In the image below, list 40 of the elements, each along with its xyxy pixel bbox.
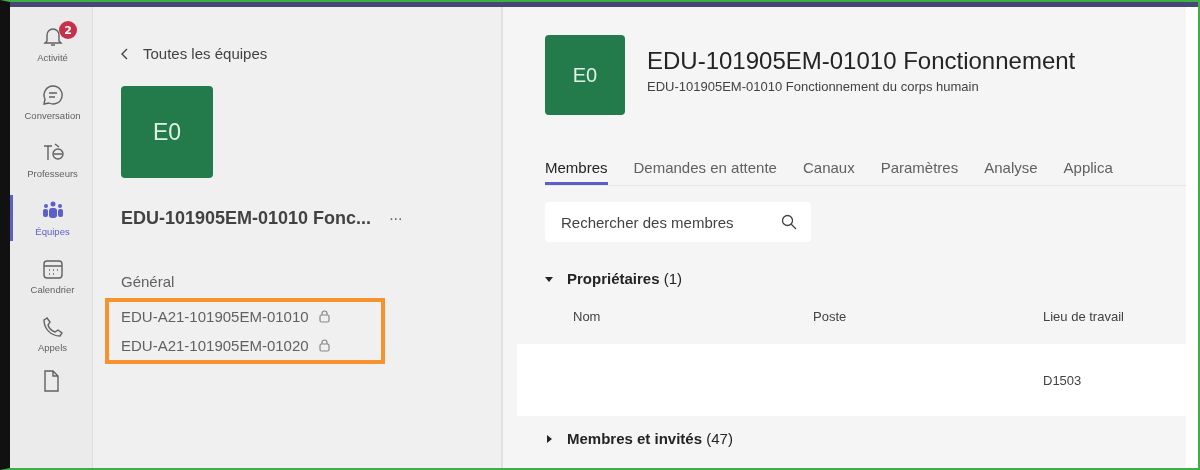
team-avatar: E0 — [545, 35, 625, 115]
rail-item[interactable]: Conversation — [10, 79, 92, 125]
back-link-label[interactable]: Toutes les équipes — [143, 45, 268, 62]
team-avatar: E0 — [121, 86, 213, 178]
tab[interactable]: Analyse — [984, 159, 1038, 185]
more-options-button[interactable]: ··· — [389, 210, 403, 227]
column-header: Nom — [573, 309, 602, 324]
section-heading[interactable]: Propriétaires (1) — [567, 270, 683, 287]
caret-down-icon[interactable] — [545, 274, 553, 283]
section-heading[interactable]: Membres et invités (47) — [567, 430, 733, 447]
rail-item[interactable]: 2 Activité — [10, 21, 92, 67]
team-title: EDU-101905EM-01010 Fonctionnement — [647, 47, 1076, 75]
rail-item[interactable]: Calendrier — [10, 253, 92, 299]
channel-section-label: Général — [121, 273, 176, 290]
chevron-left-icon — [121, 47, 129, 60]
column-header: Poste — [813, 309, 848, 324]
caret-right-icon[interactable] — [545, 434, 553, 443]
tab[interactable]: Applica — [1063, 159, 1113, 185]
search-field[interactable]: Rechercher des membres — [545, 202, 811, 242]
lock-icon — [318, 310, 330, 323]
bell-icon — [40, 25, 65, 49]
back-link[interactable]: Toutes les équipes — [121, 45, 501, 62]
team-description: EDU-101905EM-01010 Fonctionnement du corps humain — [647, 79, 980, 94]
search-icon — [781, 214, 797, 230]
tab[interactable]: Canaux — [802, 159, 855, 185]
channel-item[interactable]: EDU-A21-101905EM-01020 — [121, 337, 309, 354]
lock-icon — [318, 339, 330, 352]
channel-item[interactable]: EDU-A21-101905EM-01010 — [121, 308, 309, 325]
rail-item[interactable]: Professeurs — [10, 137, 92, 183]
column-header: Lieu de travail — [1043, 309, 1125, 324]
notification-badge: 2 — [59, 21, 77, 39]
rail-item[interactable]: Appels — [10, 311, 92, 357]
calendar-icon — [40, 257, 65, 281]
table-cell-text: D1503 — [1043, 372, 1083, 388]
team-name: EDU-101905EM-01010 Fonc... — [121, 208, 372, 229]
tab[interactable]: Membres — [545, 159, 608, 185]
phone-icon — [40, 315, 65, 339]
tab[interactable]: Demandes en attente — [633, 159, 777, 185]
tab[interactable]: Paramètres — [880, 159, 959, 185]
chat-icon — [40, 83, 65, 107]
